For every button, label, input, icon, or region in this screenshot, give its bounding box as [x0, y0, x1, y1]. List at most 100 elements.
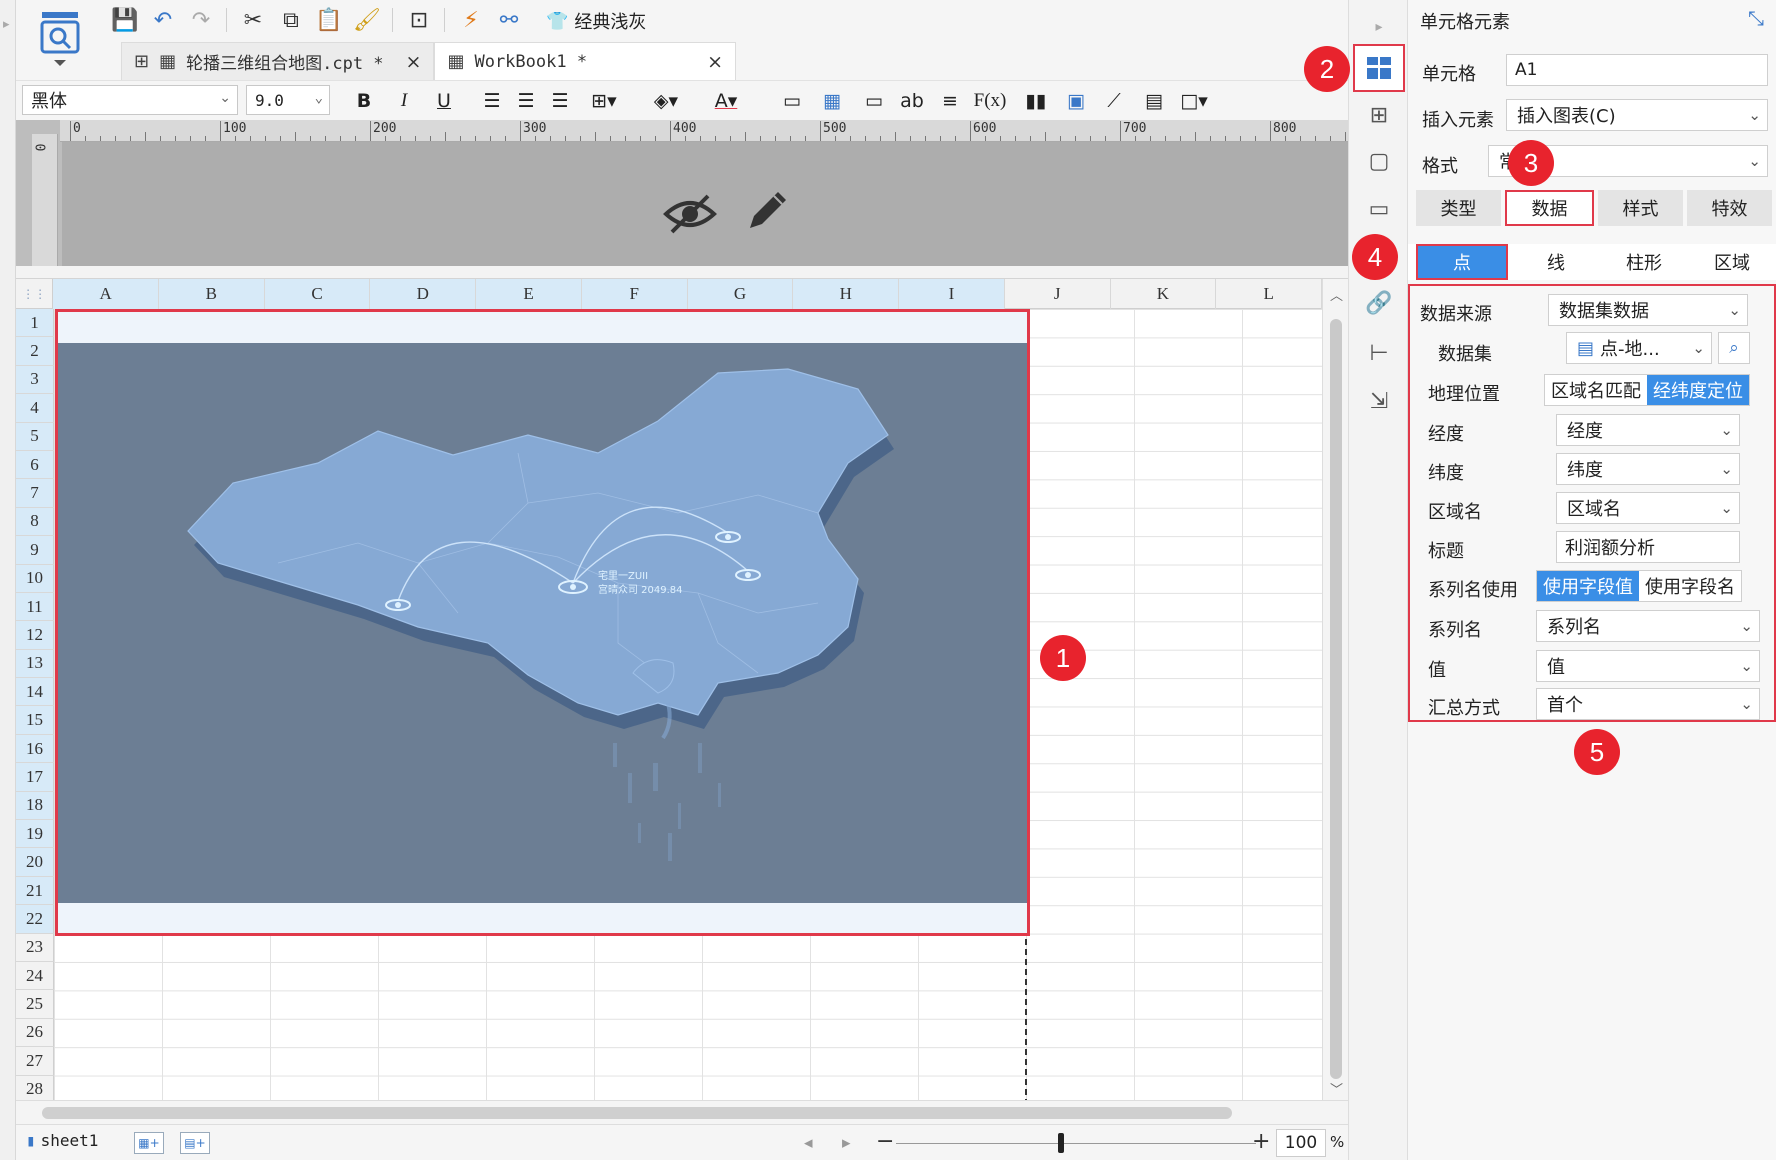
tab-workbook[interactable]: ▦ WorkBook1 * ×	[434, 42, 736, 80]
row-header[interactable]: 3	[16, 365, 54, 395]
paste-icon[interactable]: 📋	[312, 4, 346, 36]
hide-eye-icon[interactable]	[662, 190, 718, 236]
fill-color-icon[interactable]: ◈▾	[650, 86, 682, 116]
row-header[interactable]: 10	[16, 564, 54, 593]
row-header[interactable]: 14	[16, 678, 54, 707]
text-button[interactable]: ab	[896, 86, 928, 116]
scroll-thumb[interactable]	[1330, 319, 1342, 1079]
tab-column[interactable]: 柱形	[1600, 244, 1688, 280]
horizontal-scrollbar[interactable]	[16, 1100, 1348, 1124]
import-icon[interactable]: ⇲	[1359, 382, 1399, 420]
zoom-input[interactable]: 100	[1276, 1129, 1326, 1157]
close-icon[interactable]: ×	[406, 51, 422, 73]
series-option-field-name[interactable]: 使用字段名	[1639, 571, 1741, 601]
row-header[interactable]: 5	[16, 422, 54, 451]
column-header[interactable]: B	[158, 279, 265, 309]
title-input[interactable]: 利润额分析	[1556, 531, 1740, 563]
prev-sheet-icon[interactable]: ◂	[804, 1133, 813, 1153]
tab-point[interactable]: 点	[1416, 244, 1508, 280]
merge-icon[interactable]: ▭	[776, 86, 808, 116]
collapse-arrow-icon[interactable]: ▸	[1359, 8, 1399, 46]
column-header[interactable]: I	[899, 279, 1005, 309]
row-header[interactable]: 6	[16, 450, 54, 480]
column-header[interactable]: K	[1111, 279, 1217, 309]
search-button[interactable]: ⌕	[1718, 332, 1750, 364]
zoom-in-button[interactable]: +	[1252, 1129, 1270, 1154]
font-color-icon[interactable]: A▾	[710, 86, 742, 116]
bold-button[interactable]: B	[348, 86, 380, 116]
row-header[interactable]: 1	[16, 309, 54, 338]
image-icon[interactable]: ▣	[1060, 86, 1092, 116]
undo-icon[interactable]: ↶	[146, 4, 180, 36]
sheet-tab[interactable]: ▮ sheet1	[26, 1131, 98, 1150]
column-header[interactable]: D	[370, 279, 477, 309]
column-header[interactable]: A	[53, 279, 159, 309]
aggregation-select[interactable]: 首个 ⌄	[1536, 688, 1760, 720]
row-header[interactable]: 2	[16, 337, 54, 366]
align-left-icon[interactable]: ☰	[476, 86, 508, 116]
redo-icon[interactable]: ↷	[184, 4, 218, 36]
row-header[interactable]: 27	[16, 1047, 54, 1076]
row-header[interactable]: 12	[16, 621, 54, 650]
formula-button[interactable]: F(x)	[974, 86, 1007, 116]
area-name-select[interactable]: 区域名 ⌄	[1556, 492, 1740, 524]
expand-arrow-icon[interactable]: ▸	[3, 17, 10, 32]
tab-area[interactable]: 区域	[1688, 244, 1776, 280]
scroll-down-icon[interactable]: ﹀	[1330, 1079, 1343, 1098]
subreport-icon[interactable]: ▤	[1138, 86, 1170, 116]
row-header[interactable]: 4	[16, 394, 54, 423]
next-sheet-icon[interactable]: ▸	[842, 1133, 851, 1153]
row-header[interactable]: 26	[16, 1018, 54, 1048]
latitude-select[interactable]: 纬度 ⌄	[1556, 453, 1740, 485]
add-poly-sheet-button[interactable]: ▤+	[180, 1132, 210, 1154]
underline-button[interactable]: U	[428, 86, 460, 116]
column-header[interactable]: G	[687, 279, 794, 309]
value-select[interactable]: 值 ⌄	[1536, 650, 1760, 682]
font-family-select[interactable]: 黑体 ⌄	[22, 85, 238, 115]
longitude-select[interactable]: 经度 ⌄	[1556, 414, 1740, 446]
cell-element-button[interactable]	[1353, 44, 1405, 92]
insert-text-icon[interactable]: ▭	[858, 86, 890, 116]
column-header[interactable]: C	[264, 279, 371, 309]
italic-button[interactable]: I	[388, 86, 420, 116]
template-logo-icon[interactable]	[36, 8, 84, 70]
save-icon[interactable]: 💾	[108, 4, 142, 36]
column-header[interactable]: E	[476, 279, 582, 309]
chart-cell-a1[interactable]: 宅里一ZUII 宫晴众司 2049.84	[55, 309, 1030, 936]
tab-data[interactable]: 数据	[1505, 190, 1594, 226]
spreadsheet-grid[interactable]: ⋮⋮ A B C D E F G H I J K L 1 2 3 4 5 6 7 8 9 10 11 12 13 14 15 16 17…	[16, 278, 1348, 1109]
template-theme-icon[interactable]: ⚡	[454, 4, 488, 36]
series-name-select[interactable]: 系列名 ⌄	[1536, 610, 1760, 642]
rich-text-icon[interactable]: ≡	[934, 86, 966, 116]
chart-icon[interactable]: ▮▮	[1020, 86, 1052, 116]
column-header[interactable]: L	[1216, 279, 1323, 309]
row-header[interactable]: 17	[16, 763, 54, 792]
cut-icon[interactable]: ✂	[236, 4, 270, 36]
tree-icon[interactable]: ⊢	[1359, 334, 1399, 372]
column-header[interactable]: J	[1005, 279, 1111, 309]
pencil-icon[interactable]	[742, 186, 792, 236]
align-center-icon[interactable]: ☰	[510, 86, 542, 116]
tab-type[interactable]: 类型	[1416, 190, 1501, 226]
row-header[interactable]: 18	[16, 791, 54, 821]
row-header[interactable]: 21	[16, 876, 54, 906]
row-header[interactable]: 8	[16, 507, 54, 537]
row-header[interactable]: 15	[16, 706, 54, 735]
row-header[interactable]: 23	[16, 933, 54, 962]
tab-cpt[interactable]: ⊞ ▦ 轮播三维组合地图.cpt * ×	[121, 42, 435, 80]
row-header[interactable]: 11	[16, 592, 54, 622]
geo-option-area-match[interactable]: 区域名匹配	[1545, 375, 1647, 405]
zoom-slider[interactable]	[896, 1143, 1256, 1144]
row-header[interactable]: 7	[16, 479, 54, 508]
cell-attribute-icon[interactable]: ⊞	[1359, 96, 1399, 134]
insert-element-select[interactable]: 插入图表(C) ⌄	[1506, 99, 1768, 131]
zoom-slider-handle[interactable]	[1058, 1133, 1064, 1153]
left-collapse-strip[interactable]: ▸	[0, 0, 16, 1160]
tab-line[interactable]: 线	[1512, 244, 1600, 280]
row-header[interactable]: 20	[16, 848, 54, 877]
geo-option-lonlat[interactable]: 经纬度定位	[1647, 375, 1749, 405]
add-sheet-button[interactable]: ▦+	[134, 1132, 164, 1154]
row-header[interactable]: 13	[16, 649, 54, 679]
row-header[interactable]: 16	[16, 734, 54, 764]
close-icon[interactable]: ×	[707, 51, 723, 73]
